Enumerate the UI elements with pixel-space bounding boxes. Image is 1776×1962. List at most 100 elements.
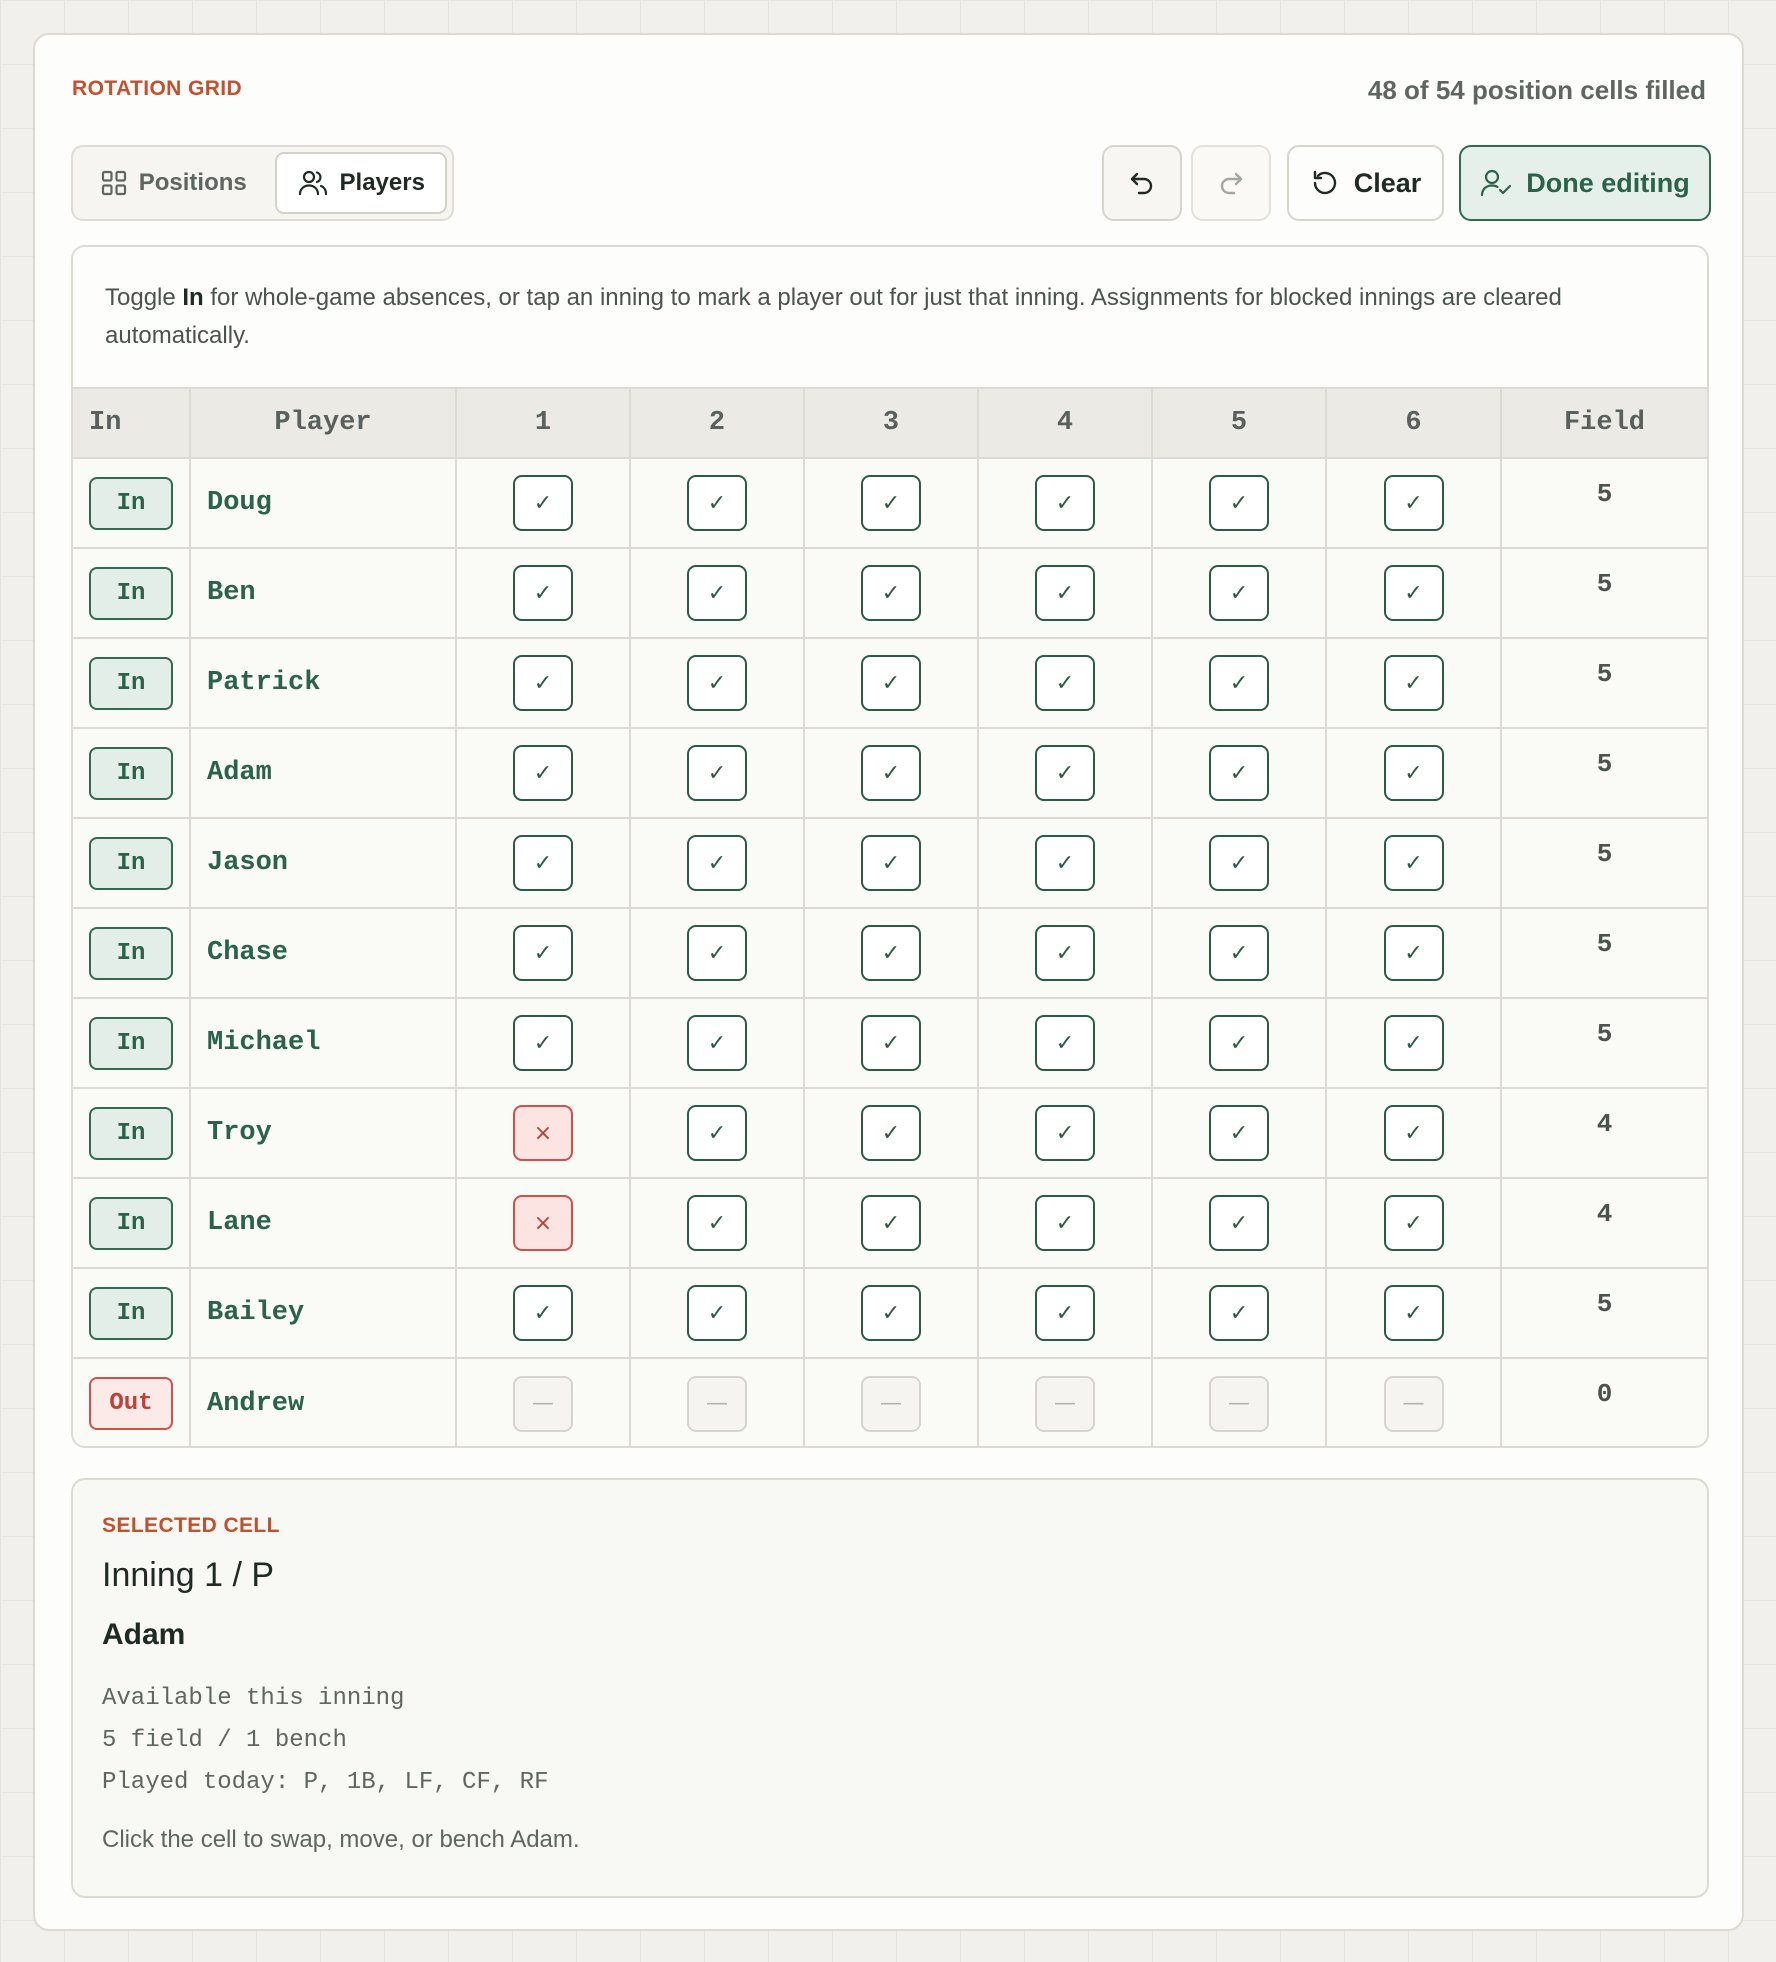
inning-toggle[interactable]: ✓ <box>1383 475 1444 531</box>
inning-cell: ✓ <box>456 817 631 908</box>
in-out-toggle[interactable]: Out <box>89 1377 173 1430</box>
inning-toggle[interactable]: ✓ <box>1209 835 1269 891</box>
inning-toggle[interactable]: ✓ <box>861 1105 921 1161</box>
inning-toggle[interactable]: — <box>513 1375 573 1432</box>
inning-toggle[interactable]: ✓ <box>1209 745 1269 801</box>
in-out-toggle[interactable]: In <box>89 1016 173 1070</box>
inning-toggle[interactable]: ✓ <box>1035 565 1095 621</box>
inning-toggle[interactable]: ✓ <box>861 925 921 981</box>
inning-toggle[interactable]: ✓ <box>1383 1195 1444 1251</box>
inning-toggle[interactable]: — <box>1209 1375 1269 1432</box>
inning-toggle[interactable]: ✓ <box>687 475 747 531</box>
inning-toggle[interactable]: ✓ <box>1035 925 1095 981</box>
inning-toggle[interactable]: ✓ <box>687 565 747 621</box>
player-name: Bailey <box>190 1267 457 1358</box>
inning-toggle[interactable]: ✓ <box>687 835 747 891</box>
inning-toggle[interactable]: ✓ <box>861 835 921 891</box>
inning-toggle[interactable]: ✓ <box>687 925 747 981</box>
inning-toggle[interactable]: ✓ <box>687 1105 747 1161</box>
inning-toggle[interactable]: ✓ <box>1035 475 1095 531</box>
in-out-toggle[interactable]: In <box>89 566 173 620</box>
inning-toggle[interactable]: ✓ <box>1209 1285 1269 1341</box>
inning-toggle[interactable]: ✓ <box>1383 925 1444 981</box>
inning-toggle[interactable]: ✓ <box>1209 565 1269 621</box>
in-out-toggle[interactable]: In <box>89 656 173 710</box>
inning-toggle[interactable]: ✓ <box>687 1285 747 1341</box>
inning-toggle[interactable]: ✓ <box>687 745 747 801</box>
inning-toggle[interactable]: ✓ <box>1383 745 1444 801</box>
inning-toggle[interactable]: × <box>513 1105 573 1161</box>
inning-toggle[interactable]: × <box>513 1195 573 1251</box>
inning-toggle[interactable]: ✓ <box>861 565 921 621</box>
inning-toggle[interactable]: ✓ <box>1383 1105 1444 1161</box>
inning-toggle[interactable]: ✓ <box>861 1015 921 1071</box>
inning-toggle[interactable]: ✓ <box>513 655 573 711</box>
inning-toggle[interactable]: — <box>1035 1375 1095 1432</box>
in-out-toggle[interactable]: In <box>89 1196 173 1250</box>
inning-toggle[interactable]: ✓ <box>513 565 573 621</box>
inning-toggle[interactable]: ✓ <box>861 1195 921 1251</box>
in-out-toggle[interactable]: In <box>89 1106 173 1160</box>
status-cell: In <box>73 547 191 638</box>
inning-toggle[interactable]: ✓ <box>1383 1015 1444 1071</box>
inning-toggle[interactable]: ✓ <box>861 655 921 711</box>
inning-toggle[interactable]: ✓ <box>1383 1285 1444 1341</box>
in-out-toggle[interactable]: In <box>89 836 173 890</box>
table-row: In Bailey ✓ ✓ ✓ ✓ ✓ ✓ 5 <box>73 1267 1707 1358</box>
in-out-toggle[interactable]: In <box>89 476 173 530</box>
inning-toggle[interactable]: ✓ <box>513 1015 573 1071</box>
table-row: In Ben ✓ ✓ ✓ ✓ ✓ ✓ 5 <box>73 547 1707 638</box>
tab-positions[interactable]: Positions <box>78 152 269 214</box>
done-editing-button[interactable]: Done editing <box>1459 145 1711 221</box>
inning-toggle[interactable]: ✓ <box>1383 565 1444 621</box>
in-out-toggle[interactable]: In <box>89 746 173 800</box>
inning-cell: ✓ <box>1152 637 1327 728</box>
redo-icon <box>1216 168 1246 198</box>
inning-toggle[interactable]: ✓ <box>861 475 921 531</box>
inning-cell: ✓ <box>1326 547 1502 638</box>
inning-toggle[interactable]: ✓ <box>1383 655 1444 711</box>
table-row: In Doug ✓ ✓ ✓ ✓ ✓ ✓ 5 <box>73 457 1707 548</box>
redo-button[interactable] <box>1191 145 1271 221</box>
inning-toggle[interactable]: ✓ <box>513 1285 573 1341</box>
inning-toggle[interactable]: ✓ <box>1035 1285 1095 1341</box>
status-cell: In <box>73 1087 191 1178</box>
inning-toggle[interactable]: ✓ <box>1035 1195 1095 1251</box>
inning-toggle[interactable]: ✓ <box>1035 655 1095 711</box>
inning-toggle[interactable]: ✓ <box>1035 835 1095 891</box>
inning-toggle[interactable]: — <box>687 1375 747 1432</box>
inning-cell: ✓ <box>1152 1087 1327 1178</box>
inning-toggle[interactable]: ✓ <box>687 655 747 711</box>
inning-toggle[interactable]: — <box>861 1375 921 1432</box>
inning-toggle[interactable]: ✓ <box>513 925 573 981</box>
tab-players[interactable]: Players <box>275 152 447 214</box>
undo-button[interactable] <box>1102 145 1182 221</box>
tab-players-label: Players <box>339 169 425 196</box>
inning-toggle[interactable]: ✓ <box>1035 1105 1095 1161</box>
inning-toggle[interactable]: — <box>1383 1375 1444 1432</box>
inning-toggle[interactable]: ✓ <box>1035 745 1095 801</box>
clear-button[interactable]: Clear <box>1287 145 1444 221</box>
player-name: Doug <box>190 457 457 548</box>
inning-toggle[interactable]: ✓ <box>1209 475 1269 531</box>
inning-toggle[interactable]: ✓ <box>1209 1105 1269 1161</box>
inning-toggle[interactable]: ✓ <box>1209 925 1269 981</box>
inning-toggle[interactable]: ✓ <box>861 745 921 801</box>
in-out-toggle[interactable]: In <box>89 1286 173 1340</box>
inning-toggle[interactable]: ✓ <box>513 475 573 531</box>
inning-toggle[interactable]: ✓ <box>513 835 573 891</box>
inning-toggle[interactable]: ✓ <box>1209 1195 1269 1251</box>
inning-toggle[interactable]: ✓ <box>513 745 573 801</box>
inning-cell: ✓ <box>630 817 805 908</box>
player-name: Patrick <box>190 637 457 728</box>
in-out-toggle[interactable]: In <box>89 926 173 980</box>
inning-toggle[interactable]: ✓ <box>1035 1015 1095 1071</box>
inning-toggle[interactable]: ✓ <box>1383 835 1444 891</box>
inning-toggle[interactable]: ✓ <box>861 1285 921 1341</box>
inning-cell: ✓ <box>804 907 979 998</box>
inning-toggle[interactable]: ✓ <box>1209 1015 1269 1071</box>
inning-toggle[interactable]: ✓ <box>1209 655 1269 711</box>
inning-toggle[interactable]: ✓ <box>687 1015 747 1071</box>
inning-toggle[interactable]: ✓ <box>687 1195 747 1251</box>
inning-cell: ✓ <box>456 1267 631 1358</box>
